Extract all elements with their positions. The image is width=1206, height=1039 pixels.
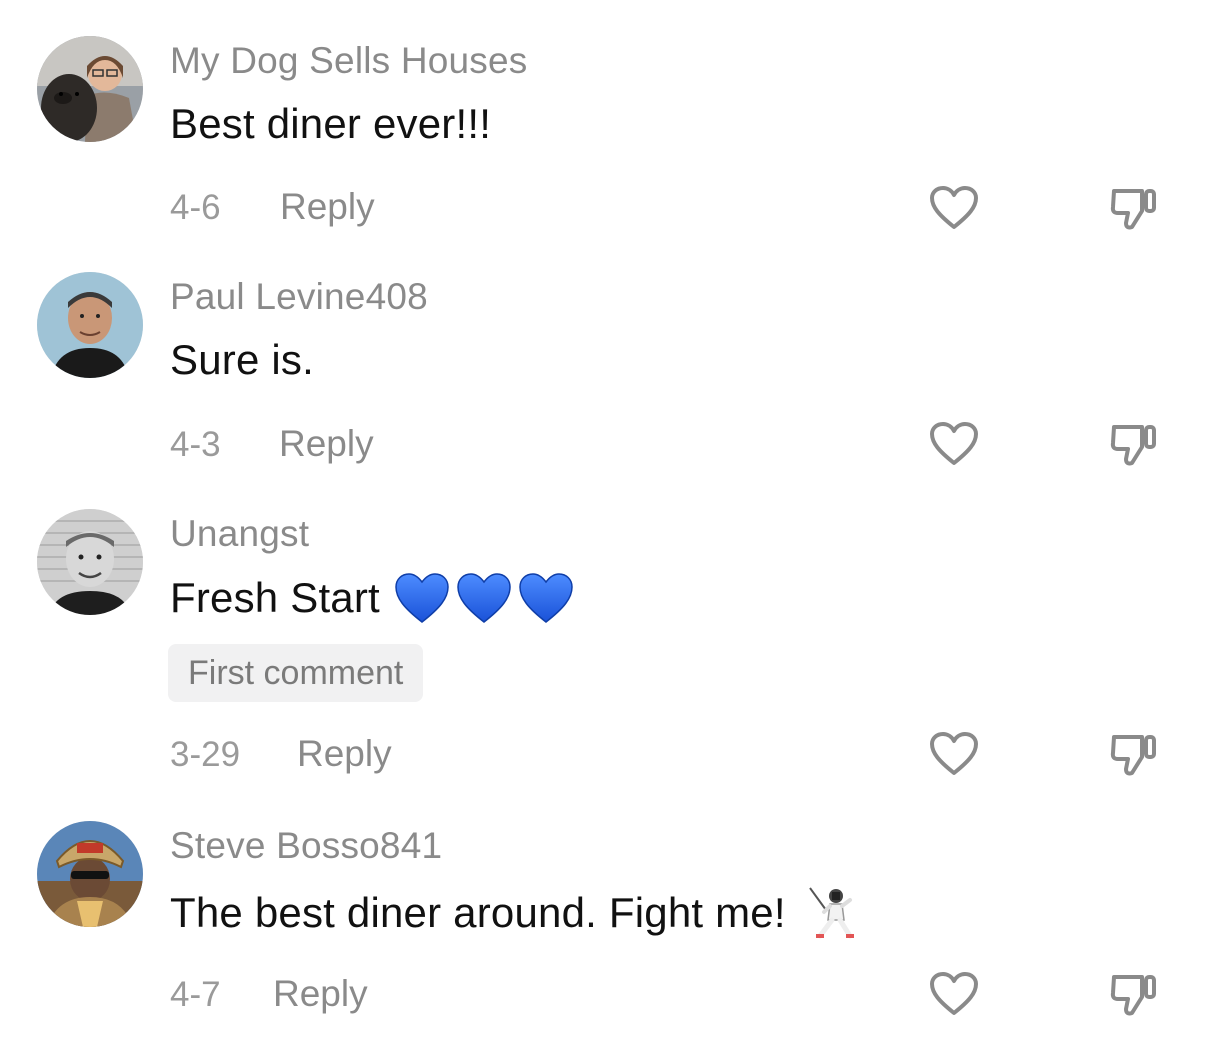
avatar[interactable]: [37, 36, 143, 142]
comment-text-content: Fresh Start: [170, 574, 380, 621]
first-comment-badge: First comment: [168, 644, 424, 702]
like-button[interactable]: [926, 726, 982, 782]
like-button[interactable]: [926, 416, 982, 472]
dislike-button[interactable]: [1106, 966, 1162, 1022]
comment-text: Sure is.: [170, 336, 314, 384]
comment-username[interactable]: Steve Bosso841: [170, 825, 442, 867]
comment-username[interactable]: Paul Levine408: [170, 276, 428, 318]
blue-hearts-emoji: [394, 572, 574, 624]
avatar[interactable]: [37, 272, 143, 378]
reply-button[interactable]: Reply: [280, 186, 375, 228]
comment-date: 3-29: [170, 735, 241, 774]
heart-outline-icon: [930, 422, 978, 465]
comment-text: Fresh Start: [170, 572, 574, 624]
dislike-button[interactable]: [1106, 180, 1162, 236]
blue-heart-icon: [457, 573, 511, 623]
reply-button[interactable]: Reply: [297, 733, 392, 775]
comment-date: 4-3: [170, 425, 221, 464]
like-button[interactable]: [926, 966, 982, 1022]
dislike-button[interactable]: [1106, 726, 1162, 782]
heart-outline-icon: [930, 972, 978, 1015]
comment-text: Best diner ever!!!: [170, 100, 491, 148]
blue-heart-icon: [519, 573, 573, 623]
comment-username[interactable]: Unangst: [170, 513, 309, 555]
thumbs-down-outline-icon: [1110, 189, 1156, 230]
thumbs-down-outline-icon: [1110, 735, 1156, 776]
fencer-icon: [808, 887, 854, 939]
thumbs-down-outline-icon: [1110, 975, 1156, 1016]
comment-text-content: The best diner around. Fight me!: [170, 889, 786, 936]
reply-button[interactable]: Reply: [279, 423, 374, 465]
thumbs-down-outline-icon: [1110, 425, 1156, 466]
avatar[interactable]: [37, 821, 143, 927]
dislike-button[interactable]: [1106, 416, 1162, 472]
avatar[interactable]: [37, 509, 143, 615]
heart-outline-icon: [930, 186, 978, 229]
comment-username[interactable]: My Dog Sells Houses: [170, 40, 528, 82]
comment-text-content: Best diner ever!!!: [170, 100, 492, 147]
blue-heart-icon: [395, 573, 449, 623]
comment-text: The best diner around. Fight me!: [170, 884, 860, 942]
comment-date: 4-6: [170, 188, 221, 227]
like-button[interactable]: [926, 180, 982, 236]
fencer-emoji: [804, 884, 860, 942]
reply-button[interactable]: Reply: [273, 973, 368, 1015]
comment-date: 4-7: [170, 975, 221, 1014]
heart-outline-icon: [930, 732, 978, 775]
comment-text-content: Sure is.: [170, 336, 314, 383]
